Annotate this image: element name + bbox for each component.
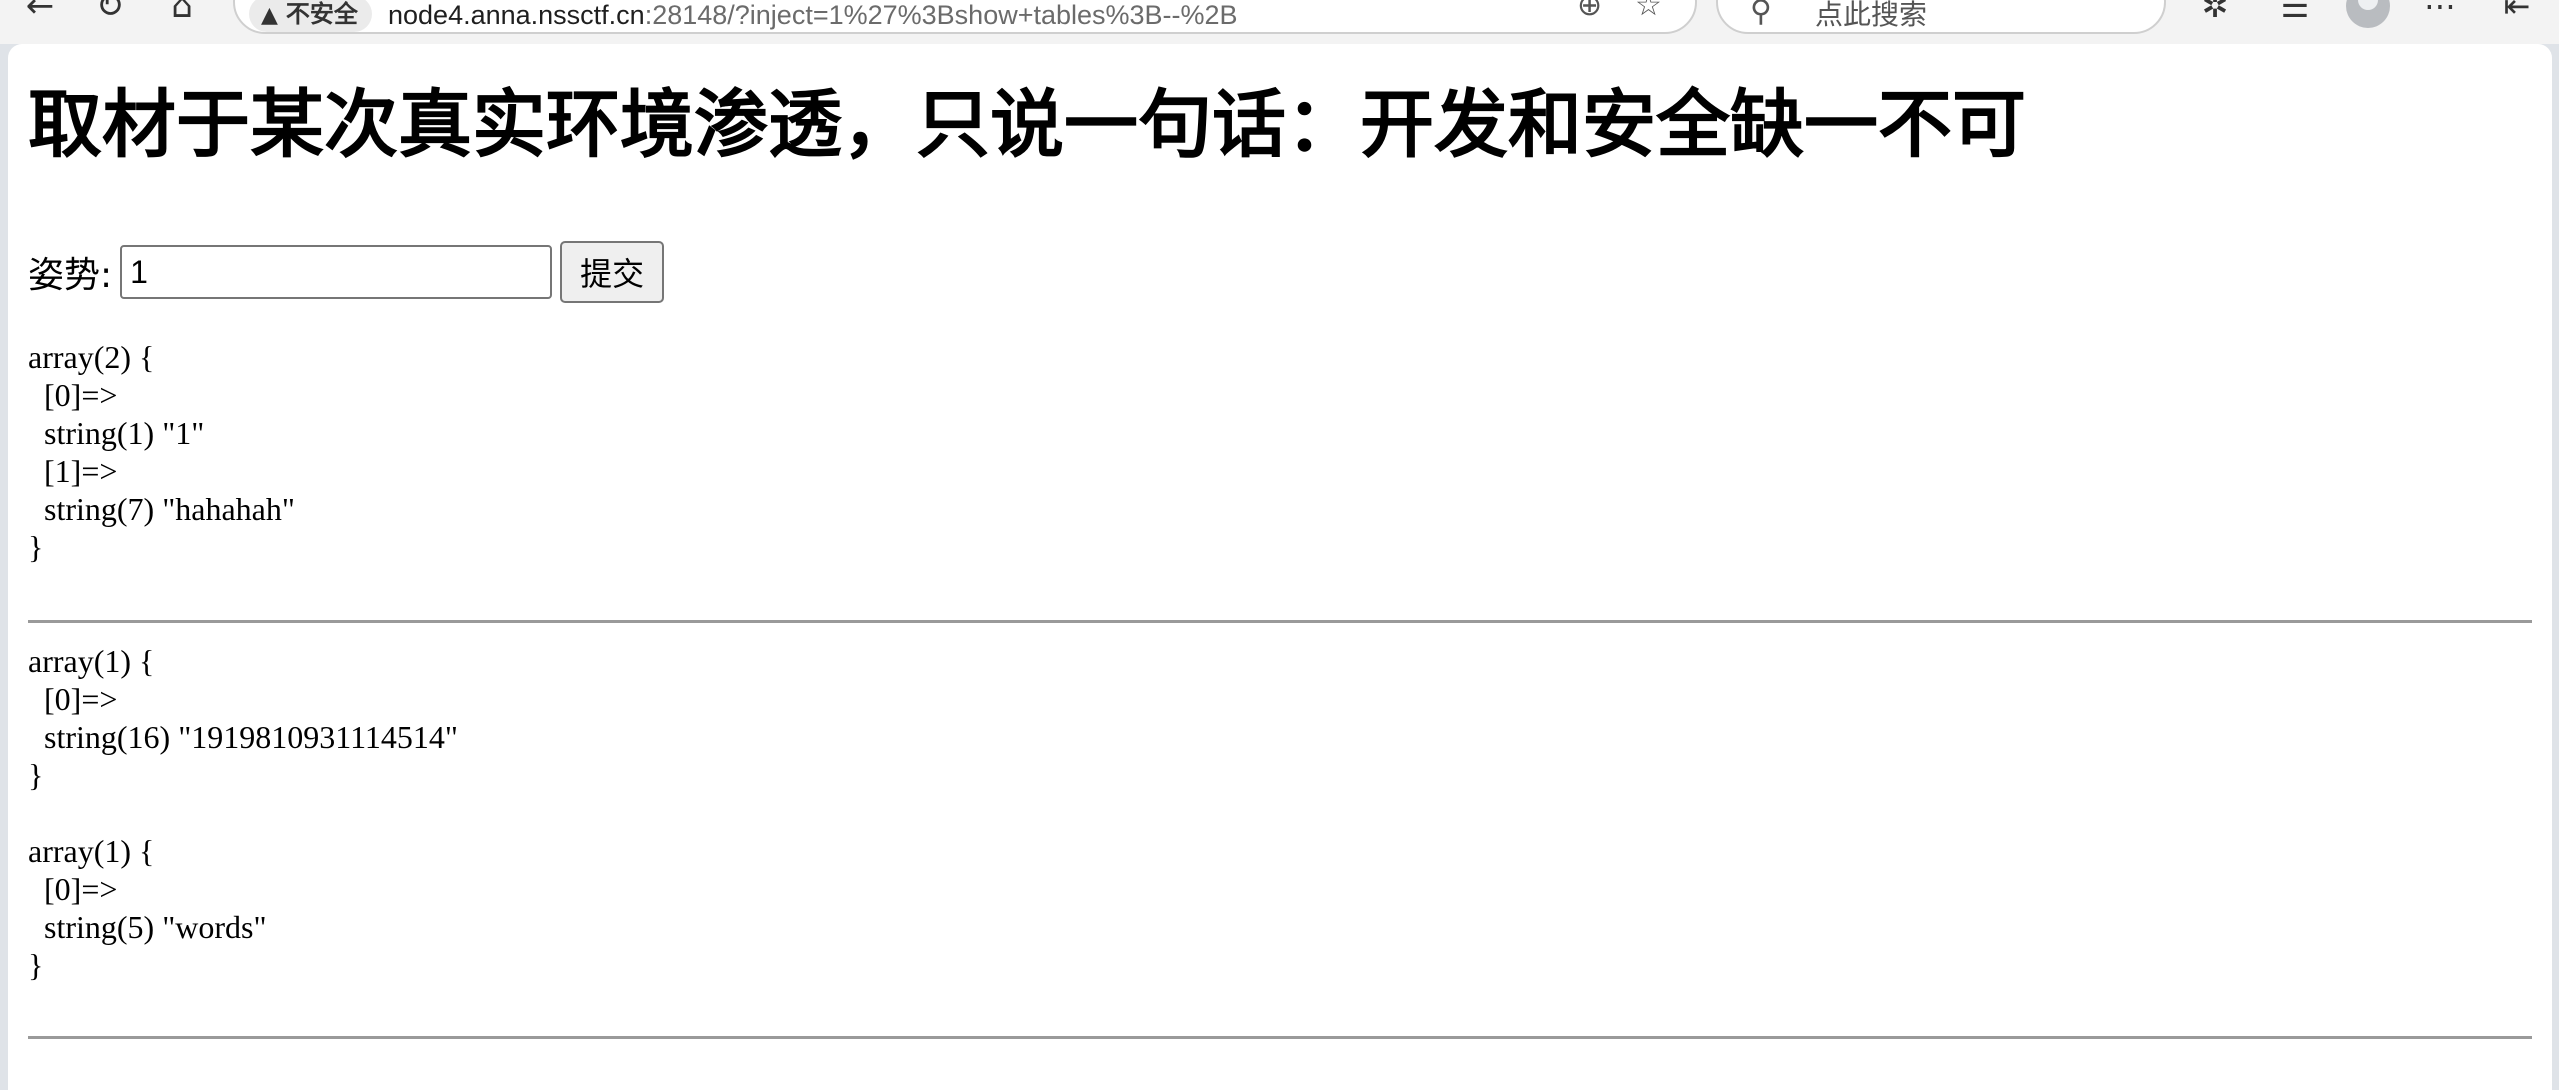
var-dump-output: array(1) { [0]=> string(5) "words" } [28, 833, 267, 983]
form-label: 姿势: [28, 255, 113, 296]
profile-avatar[interactable] [2346, 0, 2390, 28]
home-icon[interactable]: ⌂ [162, 0, 202, 26]
divider [28, 1036, 2532, 1039]
refresh-icon[interactable]: ↻ [90, 0, 130, 26]
search-box[interactable]: ⚲ 点此搜索 [1716, 0, 2166, 34]
sidebar-toggle-icon[interactable]: ⇤ [2497, 0, 2537, 26]
inject-form: 姿势: 提交 [28, 240, 665, 304]
favorites-list-icon[interactable]: ☰ [2275, 0, 2315, 26]
search-icon: ⚲ [1750, 0, 1772, 29]
favorite-star-icon[interactable]: ☆ [1635, 0, 1662, 23]
warning-icon: ▲ [261, 3, 278, 28]
browser-toolbar: ← ↻ ⌂ ▲ 不安全 node4.anna.nssctf.cn:28148/?i… [0, 0, 2559, 44]
security-indicator[interactable]: ▲ 不安全 [249, 0, 372, 32]
inject-input[interactable] [120, 245, 553, 299]
var-dump-output: array(2) { [0]=> string(1) "1" [1]=> str… [28, 339, 295, 565]
more-options-icon[interactable]: ⋯ [2420, 0, 2460, 26]
back-arrow-icon[interactable]: ← [20, 0, 60, 26]
address-bar[interactable]: ▲ 不安全 node4.anna.nssctf.cn:28148/?inject=… [233, 0, 1697, 34]
submit-button[interactable]: 提交 [560, 241, 665, 303]
url-host: node4.anna.nssctf.cn [388, 0, 645, 30]
var-dump-output: array(1) { [0]=> string(16) "19198109311… [28, 643, 458, 793]
security-label: 不安全 [285, 0, 358, 28]
search-placeholder: 点此搜索 [1815, 0, 1928, 31]
zoom-icon[interactable]: ⊕ [1577, 0, 1602, 23]
page-title: 取材于某次真实环境渗透，只说一句话：开发和安全缺一不可 [28, 82, 2026, 168]
url-path: :28148/?inject=1%27%3Bshow+tables%3B--%2… [644, 0, 1238, 30]
extensions-icon[interactable]: ✲ [2195, 0, 2235, 26]
divider [28, 620, 2532, 623]
page-content: 取材于某次真实环境渗透，只说一句话：开发和安全缺一不可 姿势: 提交 array… [8, 44, 2552, 1090]
url-text[interactable]: node4.anna.nssctf.cn:28148/?inject=1%27%… [388, 0, 1238, 30]
